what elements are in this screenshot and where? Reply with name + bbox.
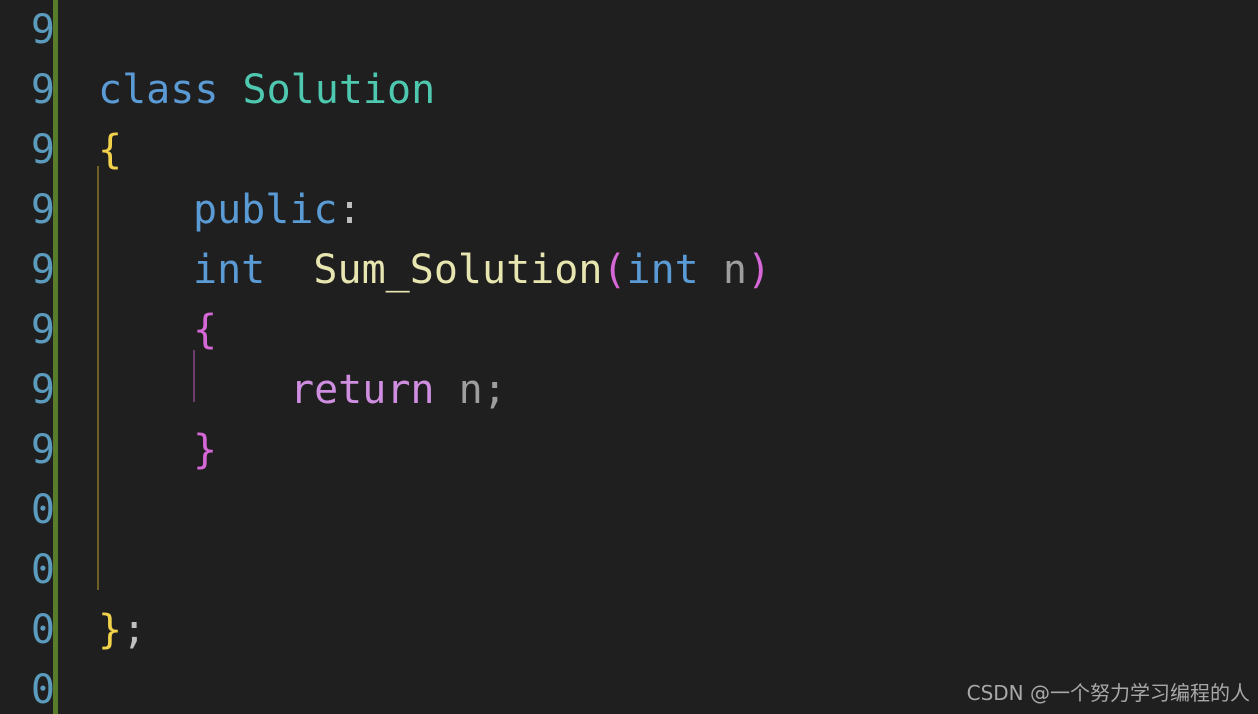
token-close-brace-function: } (193, 427, 218, 473)
code-editor[interactable]: 92 93 94 95 96 97 98 99 00 01 02 03 clas… (0, 0, 1258, 714)
line-number-94[interactable]: 94 (0, 120, 53, 180)
line-number-label: 96 (30, 247, 53, 293)
token-typename-solution: Solution (242, 67, 436, 113)
token-type-int: int (193, 247, 266, 293)
line-number-label: 03 (30, 667, 53, 713)
code-line-100[interactable] (58, 480, 1258, 540)
code-line-95[interactable]: public: (58, 180, 1258, 240)
code-line-101[interactable] (58, 540, 1258, 600)
code-line-98[interactable]: return n; (58, 360, 1258, 420)
line-number-label: 01 (30, 547, 53, 593)
token-keyword-return: return (290, 367, 435, 413)
code-line-93[interactable]: class Solution (58, 60, 1258, 120)
token-colon: : (337, 187, 362, 233)
token-open-paren: ( (602, 247, 627, 293)
code-line-96[interactable]: int Sum_Solution(int n) (58, 240, 1258, 300)
line-number-92[interactable]: 92 (0, 0, 53, 60)
code-line-97[interactable]: { (58, 300, 1258, 360)
line-number-100[interactable]: 00 (0, 480, 53, 540)
csdn-watermark: CSDN @一个努力学习编程的人 (966, 681, 1250, 705)
line-number-103[interactable]: 03 (0, 660, 53, 714)
line-number-label: 02 (30, 607, 53, 653)
editor-gutter[interactable]: 92 93 94 95 96 97 98 99 00 01 02 03 (0, 0, 53, 714)
code-line-99[interactable]: } (58, 420, 1258, 480)
line-number-99[interactable]: 99 (0, 420, 53, 480)
line-number-98[interactable]: 98 (0, 360, 53, 420)
token-expression-n: n; (458, 367, 507, 413)
token-function-name: Sum_Solution (313, 247, 603, 293)
code-line-94[interactable]: { (58, 120, 1258, 180)
line-number-label: 99 (30, 427, 53, 473)
token-param-name-n: n (722, 247, 747, 293)
line-number-label: 00 (30, 487, 53, 533)
token-semicolon: ; (122, 607, 147, 653)
token-open-brace-class: { (98, 127, 123, 173)
token-keyword-class: class (98, 67, 219, 113)
code-line-102[interactable]: }; (58, 600, 1258, 660)
token-keyword-public: public (193, 187, 338, 233)
code-line-92[interactable] (58, 0, 1258, 60)
line-number-label: 92 (30, 7, 53, 53)
line-number-102[interactable]: 02 (0, 600, 53, 660)
line-number-95[interactable]: 95 (0, 180, 53, 240)
line-number-97[interactable]: 97 (0, 300, 53, 360)
token-close-paren: ) (746, 247, 772, 293)
line-number-93[interactable]: 93 (0, 60, 53, 120)
line-number-101[interactable]: 01 (0, 540, 53, 600)
line-number-label: 94 (30, 127, 53, 173)
token-param-type-int: int (626, 247, 699, 293)
line-number-label: 97 (30, 307, 53, 353)
code-content[interactable]: class Solution { public: int Sum_Solutio… (58, 0, 1258, 714)
line-number-label: 93 (30, 67, 53, 113)
line-number-label: 98 (30, 367, 53, 413)
token-close-brace-class: } (98, 607, 123, 653)
line-number-label: 95 (30, 187, 53, 233)
line-number-96[interactable]: 96 (0, 240, 53, 300)
token-open-brace-function: { (193, 307, 218, 353)
